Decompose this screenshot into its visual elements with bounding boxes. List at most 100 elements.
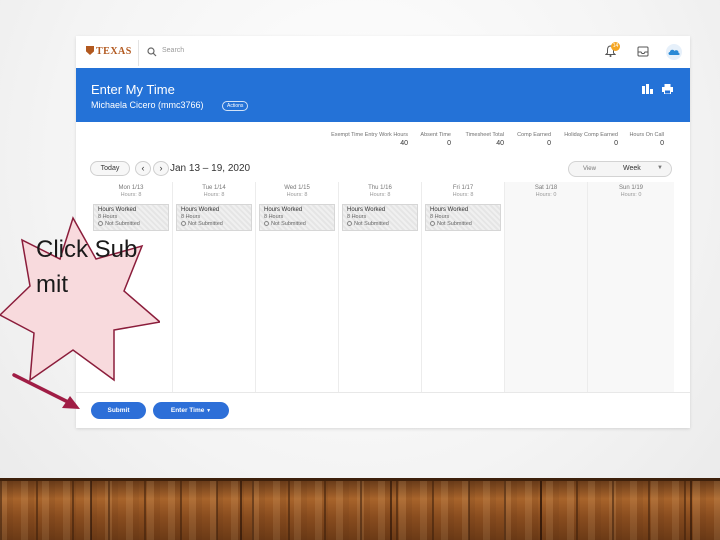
summary-value: 0 — [614, 140, 618, 147]
entry-status-text: Not Submitted — [271, 221, 306, 227]
summary-on-call: Hours On Call 0 — [624, 132, 664, 147]
chevron-down-icon: ▼ — [657, 165, 663, 171]
enter-time-button[interactable]: Enter Time ▼ — [153, 402, 229, 419]
day-hours: Hours: 8 — [203, 192, 225, 198]
day-header: Sat 1/18 Hours: 0 — [505, 182, 587, 204]
entry-hours: 8 Hours — [264, 214, 284, 220]
status-icon — [347, 221, 352, 226]
today-button[interactable]: Today — [90, 161, 130, 176]
day-header: Thu 1/16 Hours: 8 — [339, 182, 421, 204]
day-column-sat: Sat 1/18 Hours: 0 — [505, 182, 588, 392]
next-week-button[interactable]: › — [153, 161, 169, 176]
time-entry[interactable]: Hours Worked 8 Hours Not Submitted — [342, 204, 418, 231]
time-entry[interactable]: Hours Worked 8 Hours Not Submitted — [259, 204, 335, 231]
callout-text: Click Submit — [36, 236, 138, 298]
summary-label: Comp Earned — [517, 132, 551, 138]
entry-hours: 8 Hours — [347, 214, 367, 220]
summary-holiday-comp: Holiday Comp Earned 0 — [558, 132, 618, 147]
entry-title: Hours Worked — [430, 207, 469, 213]
day-hours: Hours: 8 — [452, 192, 474, 198]
worker-name: Michaela Cicero (mmc3766) — [91, 100, 204, 110]
search-input[interactable]: Search — [162, 47, 184, 54]
entry-status-text: Not Submitted — [354, 221, 389, 227]
summary-label: Absent Time — [420, 132, 451, 138]
summary-work-hours: Exempt Time Entry Work Hours 40 — [308, 132, 408, 147]
time-summary: Exempt Time Entry Work Hours 40 Absent Ti… — [308, 132, 688, 152]
day-column-tue: Tue 1/14 Hours: 8 Hours Worked 8 Hours Not … — [173, 182, 256, 392]
day-name: Sun 1/19 — [618, 185, 644, 191]
enter-time-label: Enter Time — [170, 407, 205, 414]
inbox-icon[interactable] — [637, 46, 649, 57]
day-hours: Hours: 8 — [369, 192, 391, 198]
entry-title: Hours Worked — [347, 207, 386, 213]
week-calendar: Mon 1/13 Hours: 8 Hours Worked 8 Hours Not … — [90, 182, 674, 392]
entry-hours: 8 Hours — [430, 214, 450, 220]
day-name: Tue 1/14 — [202, 185, 226, 191]
day-name: Wed 1/15 — [284, 185, 310, 191]
view-select[interactable]: View Week ▼ — [568, 161, 672, 177]
summary-value: 0 — [447, 140, 451, 147]
page-header-banner: Enter My Time Michaela Cicero (mmc3766) … — [76, 68, 690, 122]
summary-value: 0 — [660, 140, 664, 147]
day-name: Fri 1/17 — [452, 185, 474, 191]
time-entry[interactable]: Hours Worked 8 Hours Not Submitted — [176, 204, 252, 231]
wood-floor-decoration — [0, 478, 720, 540]
day-column-thu: Thu 1/16 Hours: 8 Hours Worked 8 Hours Not … — [339, 182, 422, 392]
day-column-sun: Sun 1/19 Hours: 0 — [588, 182, 674, 392]
summary-value: 0 — [547, 140, 551, 147]
day-hours: Hours: 8 — [120, 192, 142, 198]
day-header: Wed 1/15 Hours: 8 — [256, 182, 338, 204]
summary-timesheet-total: Timesheet Total 40 — [458, 132, 504, 147]
day-name: Mon 1/13 — [118, 185, 144, 191]
page-title: Enter My Time — [91, 82, 175, 97]
day-header: Mon 1/13 Hours: 8 — [90, 182, 172, 204]
entry-status: Not Submitted — [264, 221, 330, 227]
workday-app-window: TEXAS Search 14 Enter My Time Michaela C… — [76, 36, 690, 428]
entry-status: Not Submitted — [181, 221, 247, 227]
day-hours: Hours: 8 — [286, 192, 308, 198]
texas-logo[interactable]: TEXAS — [86, 46, 132, 57]
day-header: Tue 1/14 Hours: 8 — [173, 182, 255, 204]
submit-button[interactable]: Submit — [91, 402, 146, 419]
day-hours: Hours: 0 — [535, 192, 557, 198]
day-header: Sun 1/19 Hours: 0 — [588, 182, 674, 204]
topbar-divider — [138, 40, 139, 66]
entry-title: Hours Worked — [264, 207, 303, 213]
entry-title: Hours Worked — [98, 207, 137, 213]
previous-week-button[interactable]: ‹ — [135, 161, 151, 176]
view-value: Week — [623, 165, 641, 172]
summary-absent-time: Absent Time 0 — [414, 132, 451, 147]
entry-hours: 8 Hours — [181, 214, 201, 220]
day-column-fri: Fri 1/17 Hours: 8 Hours Worked 8 Hours Not … — [422, 182, 505, 392]
summary-label: Holiday Comp Earned — [564, 132, 618, 138]
entry-status-text: Not Submitted — [188, 221, 223, 227]
chart-icon[interactable] — [642, 84, 653, 94]
view-label: View — [583, 166, 596, 172]
related-actions-button[interactable]: Actions — [222, 101, 249, 111]
entry-status: Not Submitted — [347, 221, 413, 227]
search-icon[interactable] — [147, 47, 157, 57]
entry-status: Not Submitted — [430, 221, 496, 227]
seal-icon — [86, 46, 94, 55]
summary-label: Timesheet Total — [465, 132, 504, 138]
day-column-wed: Wed 1/15 Hours: 8 Hours Worked 8 Hours Not … — [256, 182, 339, 392]
logo-text: TEXAS — [96, 46, 132, 57]
cloud-icon — [668, 49, 680, 55]
entry-title: Hours Worked — [181, 207, 220, 213]
top-bar: TEXAS Search 14 — [76, 36, 690, 68]
date-range-title: Jan 13 – 19, 2020 — [170, 163, 251, 174]
status-icon — [264, 221, 269, 226]
day-name: Thu 1/16 — [368, 185, 392, 191]
status-icon — [181, 221, 186, 226]
day-name: Sat 1/18 — [534, 185, 558, 191]
summary-label: Exempt Time Entry Work Hours — [331, 132, 408, 138]
time-entry[interactable]: Hours Worked 8 Hours Not Submitted — [425, 204, 501, 231]
profile-avatar[interactable] — [666, 44, 682, 60]
status-icon — [430, 221, 435, 226]
chevron-down-icon: ▼ — [206, 408, 212, 414]
summary-label: Hours On Call — [629, 132, 664, 138]
day-header: Fri 1/17 Hours: 8 — [422, 182, 504, 204]
notification-badge: 14 — [611, 42, 620, 51]
print-icon[interactable] — [662, 84, 673, 94]
footer-actions: Submit Enter Time ▼ — [76, 392, 690, 428]
